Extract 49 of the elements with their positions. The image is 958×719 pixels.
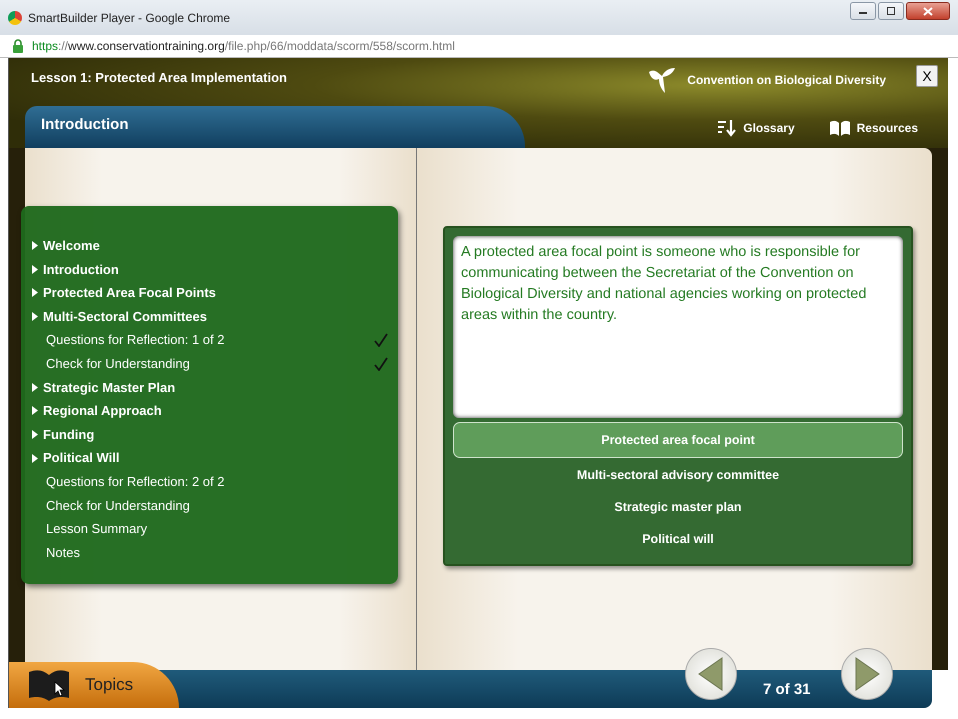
term-button[interactable]: Multi-sectoral advisory committee — [453, 460, 903, 490]
chrome-logo-icon — [8, 10, 22, 24]
resources-button[interactable]: Resources — [828, 118, 918, 138]
page-counter: 7 of 31 — [763, 680, 811, 700]
caret-icon — [31, 264, 39, 274]
close-button[interactable]: X — [916, 65, 938, 87]
caret-icon — [31, 312, 39, 322]
topics-button[interactable]: Topics — [9, 662, 179, 708]
menu-item[interactable]: Questions for Reflection: 2 of 2 — [31, 470, 388, 494]
menu-item[interactable]: Welcome — [31, 234, 388, 258]
book-cursor-icon[interactable] — [27, 668, 71, 702]
caret-icon — [31, 430, 39, 440]
caret-icon — [31, 454, 39, 463]
next-button[interactable] — [841, 648, 893, 700]
menu-item[interactable]: Strategic Master Plan — [31, 376, 388, 400]
menu-item[interactable]: Check for Understanding — [31, 352, 388, 376]
maximize-button[interactable] — [878, 2, 904, 20]
maximize-icon — [886, 7, 896, 15]
menu-item[interactable]: Political Will — [31, 446, 388, 470]
menu-item[interactable]: Questions for Reflection: 1 of 2 — [31, 328, 388, 352]
menu-item[interactable]: Protected Area Focal Points — [31, 281, 388, 305]
lesson-title: Lesson 1: Protected Area Implementation — [31, 69, 287, 87]
organization-name: Convention on Biological Diversity — [687, 72, 886, 89]
menu-item[interactable]: Funding — [31, 422, 388, 446]
term-button[interactable]: Political will — [453, 524, 903, 554]
leaf-logo-icon — [647, 66, 678, 94]
menu-item[interactable]: Notes — [31, 540, 388, 564]
term-button[interactable]: Protected area focal point — [453, 422, 903, 458]
url-text[interactable]: https://www.conservationtraining.org/file.php/66/moddata/scorm/558/scorm.html — [32, 37, 455, 55]
window-title: SmartBuilder Player - Google Chrome — [28, 10, 230, 26]
minimize-button[interactable] — [850, 2, 876, 20]
menu-item[interactable]: Lesson Summary — [31, 517, 388, 541]
lock-icon — [12, 39, 24, 53]
menu-item[interactable]: Check for Understanding — [31, 494, 388, 518]
previous-button[interactable] — [685, 648, 737, 700]
caret-icon — [31, 241, 39, 250]
definition-text: A protected area focal point is someone who is responsible for communicating between the Secretariat of the Convention on Biological Diversity and national agencies working on protected areas within the country. — [453, 236, 903, 418]
close-icon — [923, 6, 933, 16]
close-button[interactable] — [906, 2, 950, 20]
menu-item[interactable]: Regional Approach — [31, 399, 388, 423]
term-button[interactable]: Strategic master plan — [453, 492, 903, 522]
sort-icon — [717, 118, 738, 138]
book-icon — [828, 120, 851, 136]
caret-icon — [31, 406, 39, 416]
glossary-button[interactable]: Glossary — [717, 118, 795, 138]
menu-item[interactable]: Multi-Sectoral Committees — [31, 304, 388, 328]
caret-icon — [31, 288, 39, 298]
menu-item[interactable]: Introduction — [31, 258, 388, 282]
caret-icon — [31, 382, 39, 392]
